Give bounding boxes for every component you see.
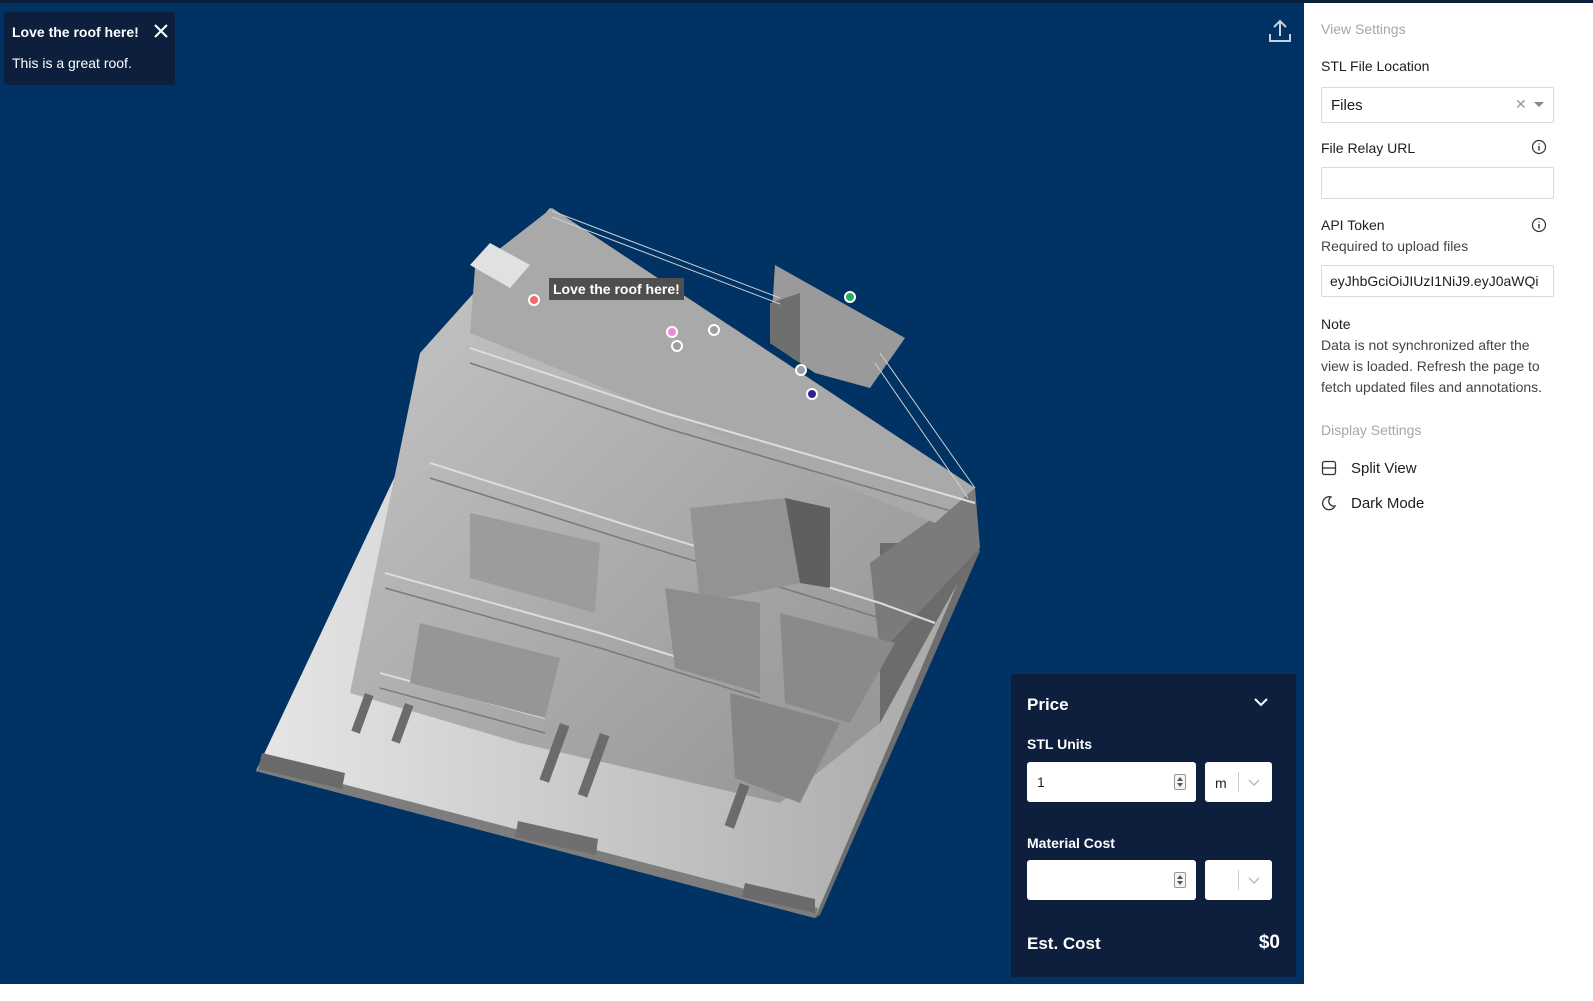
bottom-strip [0, 984, 1304, 1001]
select-divider [1238, 772, 1239, 792]
material-cost-label: Material Cost [1027, 835, 1115, 851]
material-cost-input[interactable] [1027, 860, 1196, 900]
api-token-label: API Token [1321, 217, 1385, 233]
stl-file-location-label: STL File Location [1321, 58, 1430, 74]
file-relay-url-label: File Relay URL [1321, 140, 1416, 156]
price-title: Price [1027, 695, 1069, 714]
3d-viewer-canvas[interactable]: Love the roof here! Love the roof here! … [0, 3, 1304, 984]
stl-units-unit-value: m [1215, 775, 1227, 791]
file-relay-url-input[interactable] [1321, 167, 1554, 199]
select-divider [1238, 870, 1239, 890]
price-panel: Price STL Units 1 m Material Cost Est. C… [1011, 674, 1296, 977]
info-icon[interactable] [1531, 217, 1547, 233]
annotation-marker[interactable] [708, 324, 720, 336]
clear-icon[interactable]: ✕ [1515, 96, 1527, 113]
note-label: Note [1321, 316, 1351, 332]
dark-mode-label: Dark Mode [1351, 495, 1425, 512]
material-cost-stepper[interactable] [1174, 872, 1186, 888]
annotation-marker[interactable] [666, 326, 678, 338]
popup-title: Love the roof here! [12, 24, 139, 40]
est-cost-value: $0 [1258, 932, 1280, 953]
upload-icon[interactable] [1265, 16, 1295, 46]
chevron-down-icon[interactable] [1246, 872, 1262, 888]
stl-units-unit-select[interactable]: m [1205, 762, 1272, 802]
annotation-marker[interactable] [806, 388, 818, 400]
close-icon[interactable] [152, 22, 170, 40]
stl-file-location-value: Files [1331, 97, 1363, 114]
chevron-down-icon[interactable] [1246, 774, 1262, 790]
annotation-label[interactable]: Love the roof here! [549, 278, 684, 300]
material-cost-unit-select[interactable] [1205, 860, 1272, 900]
annotation-marker[interactable] [795, 364, 807, 376]
popup-body: This is a great roof. [12, 55, 132, 71]
stl-units-label: STL Units [1027, 736, 1093, 752]
settings-panel: View Settings STL File Location Files ✕ … [1304, 3, 1593, 1001]
split-view-icon [1321, 460, 1337, 476]
note-text: Data is not synchronized after the view … [1321, 337, 1543, 395]
stl-units-input[interactable]: 1 [1027, 762, 1196, 802]
annotation-marker[interactable] [844, 291, 856, 303]
api-token-input[interactable]: eyJhbGciOiJIUzI1NiJ9.eyJ0aWQi [1321, 265, 1554, 297]
display-settings-heading: Display Settings [1321, 422, 1422, 438]
caret-down-icon[interactable] [1534, 102, 1544, 107]
dark-mode-toggle[interactable]: Dark Mode [1321, 493, 1561, 515]
annotation-marker[interactable] [528, 294, 540, 306]
stl-units-value: 1 [1037, 774, 1045, 790]
split-view-label: Split View [1351, 460, 1417, 477]
chevron-down-icon[interactable] [1251, 692, 1271, 712]
annotation-marker[interactable] [671, 340, 683, 352]
stl-units-stepper[interactable] [1174, 774, 1186, 790]
view-settings-heading: View Settings [1321, 21, 1406, 37]
moon-icon [1322, 496, 1337, 511]
est-cost-label: Est. Cost [1027, 934, 1101, 953]
annotation-popup: Love the roof here! This is a great roof… [4, 12, 175, 85]
stl-file-location-select[interactable]: Files ✕ [1321, 87, 1554, 123]
info-icon[interactable] [1531, 139, 1547, 155]
split-view-toggle[interactable]: Split View [1321, 458, 1561, 480]
api-token-hint: Required to upload files [1321, 238, 1469, 254]
